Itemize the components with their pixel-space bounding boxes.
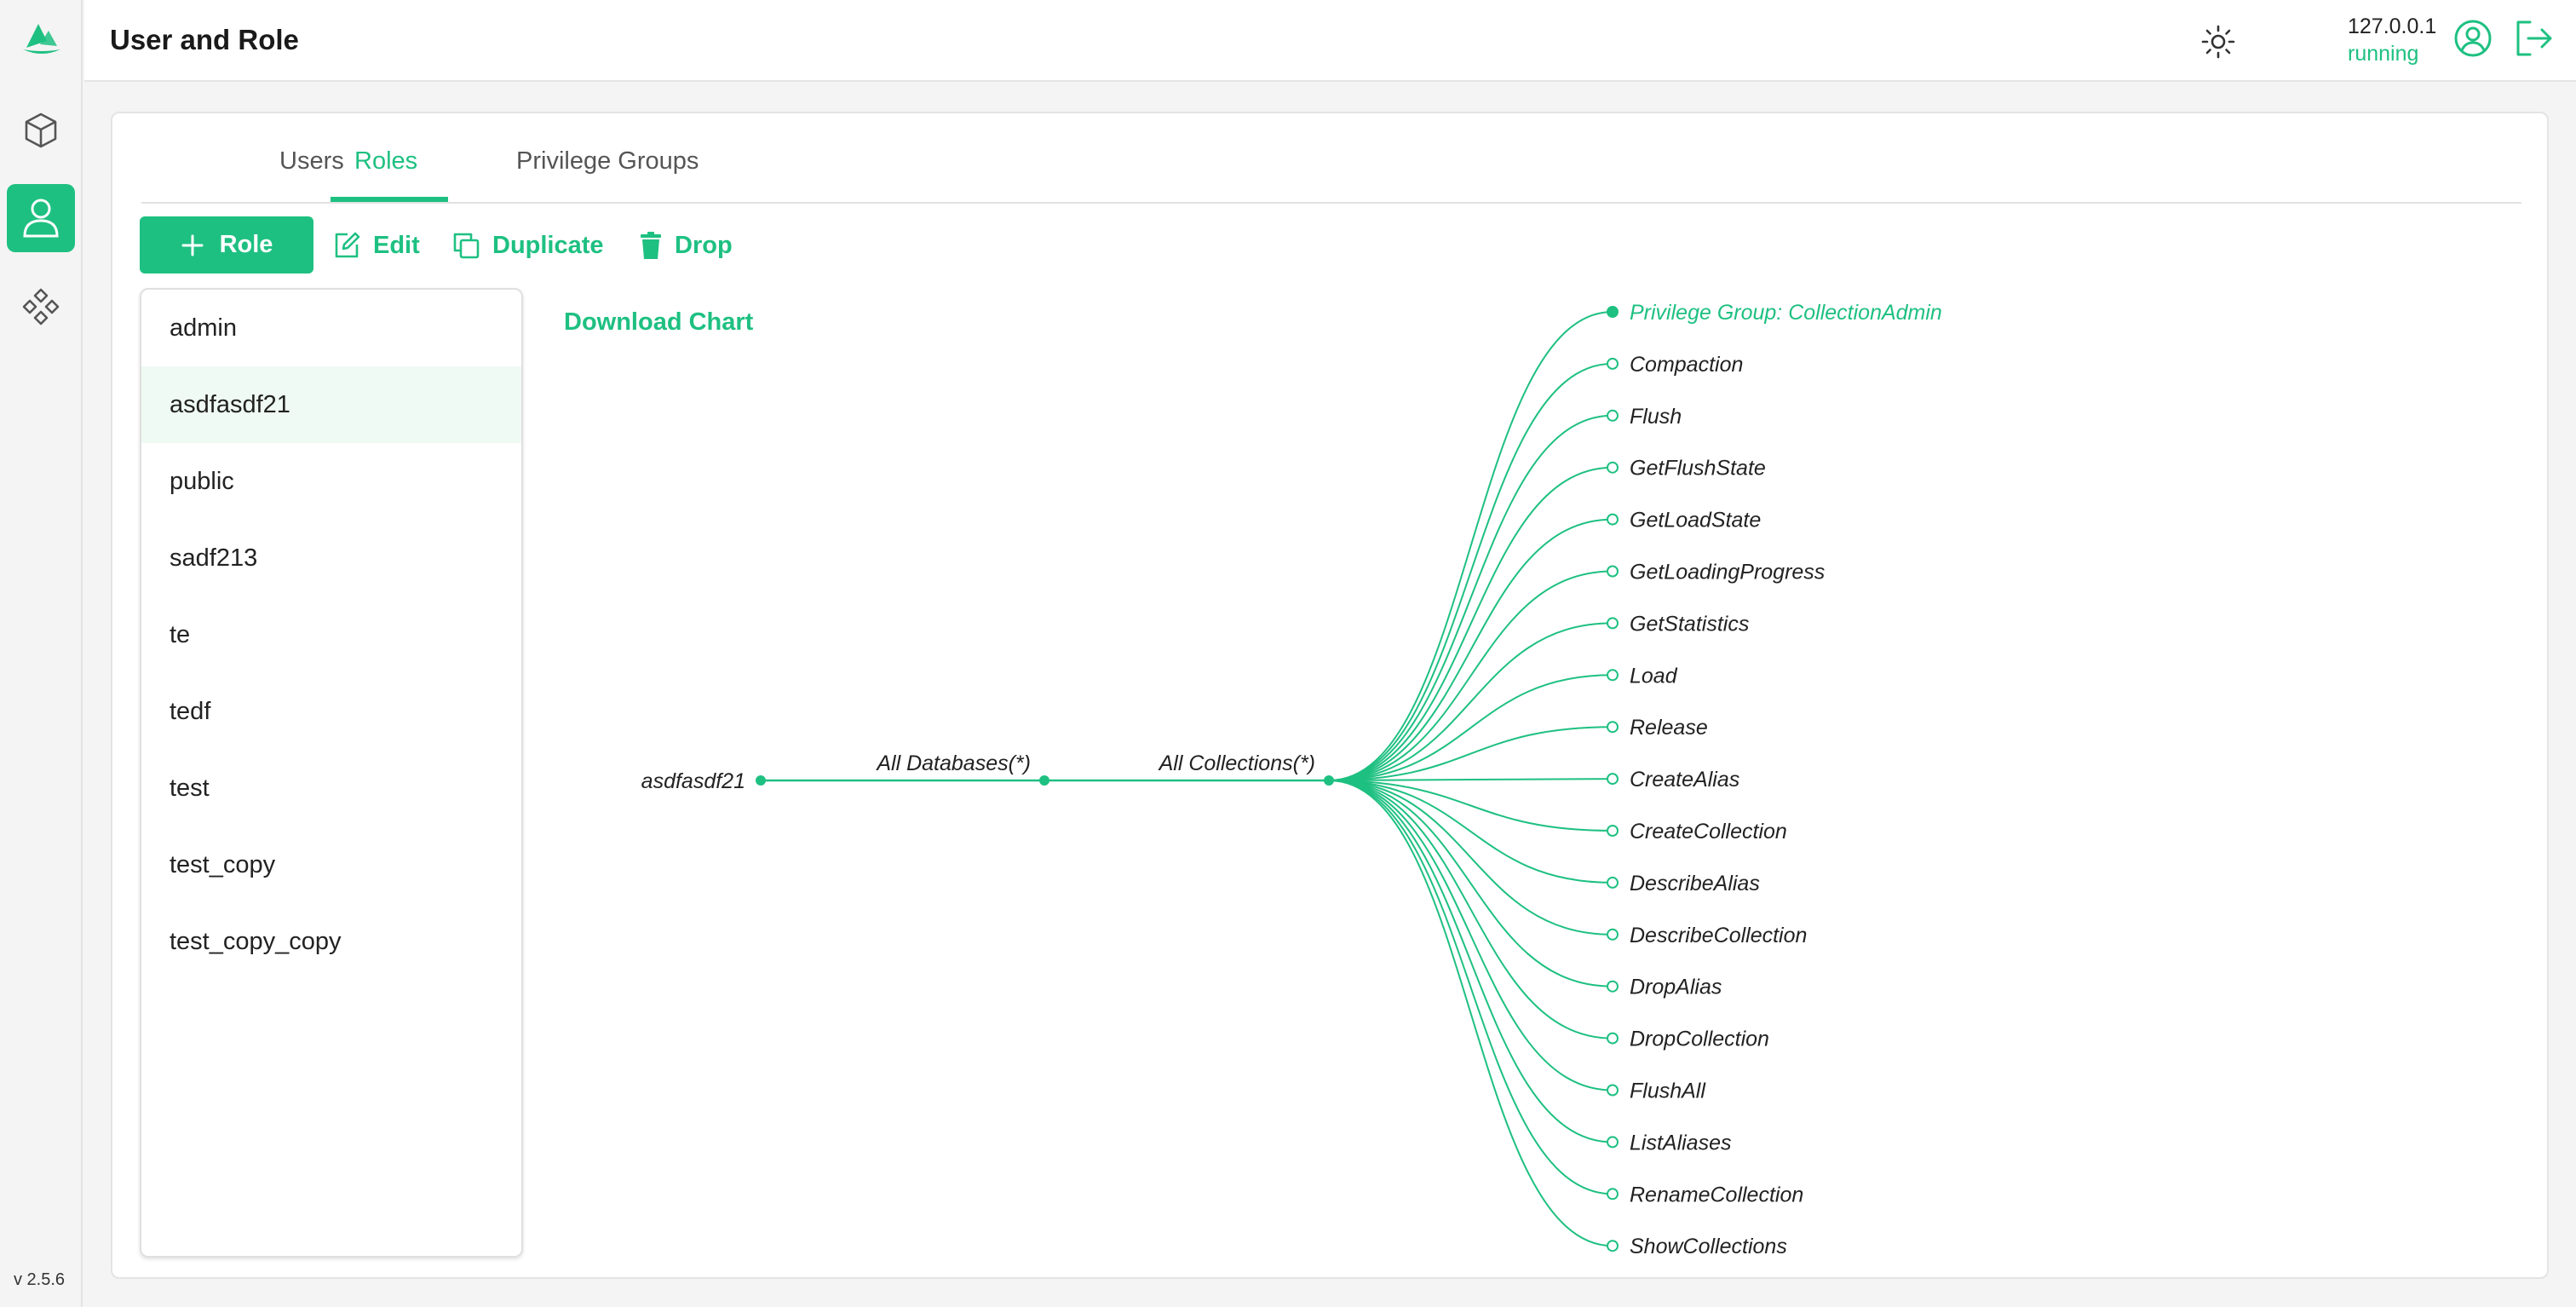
sidebar-item-system[interactable]: [7, 273, 75, 341]
cube-icon: [25, 112, 57, 148]
milvus-logo-icon[interactable]: [21, 19, 62, 58]
user-circle-icon[interactable]: [2453, 19, 2493, 58]
server-status: running: [2348, 42, 2419, 66]
download-chart-link[interactable]: Download Chart: [564, 308, 753, 337]
add-role-button[interactable]: Role: [140, 216, 313, 273]
add-role-label: Role: [219, 231, 273, 258]
role-item-test[interactable]: test: [141, 750, 521, 826]
plus-icon: [181, 234, 204, 256]
sidebar-item-database[interactable]: [7, 96, 75, 164]
role-item-sadf213[interactable]: sadf213: [141, 520, 521, 596]
role-item-tedf[interactable]: tedf: [141, 673, 521, 750]
drop-label: Drop: [675, 231, 733, 259]
version-label: v 2.5.6: [14, 1270, 66, 1289]
user-icon: [23, 199, 59, 238]
role-item-asdfasdf21[interactable]: asdfasdf21: [141, 366, 521, 443]
role-item-admin[interactable]: admin: [141, 290, 521, 366]
role-item-test-copy[interactable]: test_copy: [141, 826, 521, 903]
duplicate-label: Duplicate: [492, 231, 604, 259]
page-title: User and Role: [110, 24, 299, 55]
server-address: 127.0.0.1: [2348, 14, 2437, 38]
edit-button[interactable]: Edit: [332, 225, 420, 266]
duplicate-icon: [453, 233, 480, 259]
role-item-te[interactable]: te: [141, 596, 521, 673]
role-item-test-copy-copy[interactable]: test_copy_copy: [141, 903, 521, 980]
tab-users[interactable]: Users: [279, 147, 344, 202]
sun-icon[interactable]: [2200, 24, 2236, 60]
sidebar: v 2.5.6: [0, 0, 83, 1307]
role-list: admin asdfasdf21 public sadf213 te tedf …: [140, 288, 523, 1258]
diamond-grid-icon: [22, 288, 60, 325]
tab-bar: Users Roles Privilege Groups: [141, 113, 2521, 204]
edit-label: Edit: [373, 231, 420, 259]
sidebar-item-user-role[interactable]: [7, 184, 75, 252]
role-item-public[interactable]: public: [141, 443, 521, 520]
duplicate-button[interactable]: Duplicate: [451, 225, 604, 266]
active-tab-indicator: [331, 197, 448, 202]
tab-roles[interactable]: Roles: [354, 147, 417, 202]
logout-icon[interactable]: [2513, 19, 2554, 58]
trash-icon: [641, 232, 661, 259]
drop-button[interactable]: Drop: [639, 225, 733, 266]
tab-privilege-groups[interactable]: Privilege Groups: [516, 147, 699, 202]
edit-icon: [335, 232, 360, 258]
